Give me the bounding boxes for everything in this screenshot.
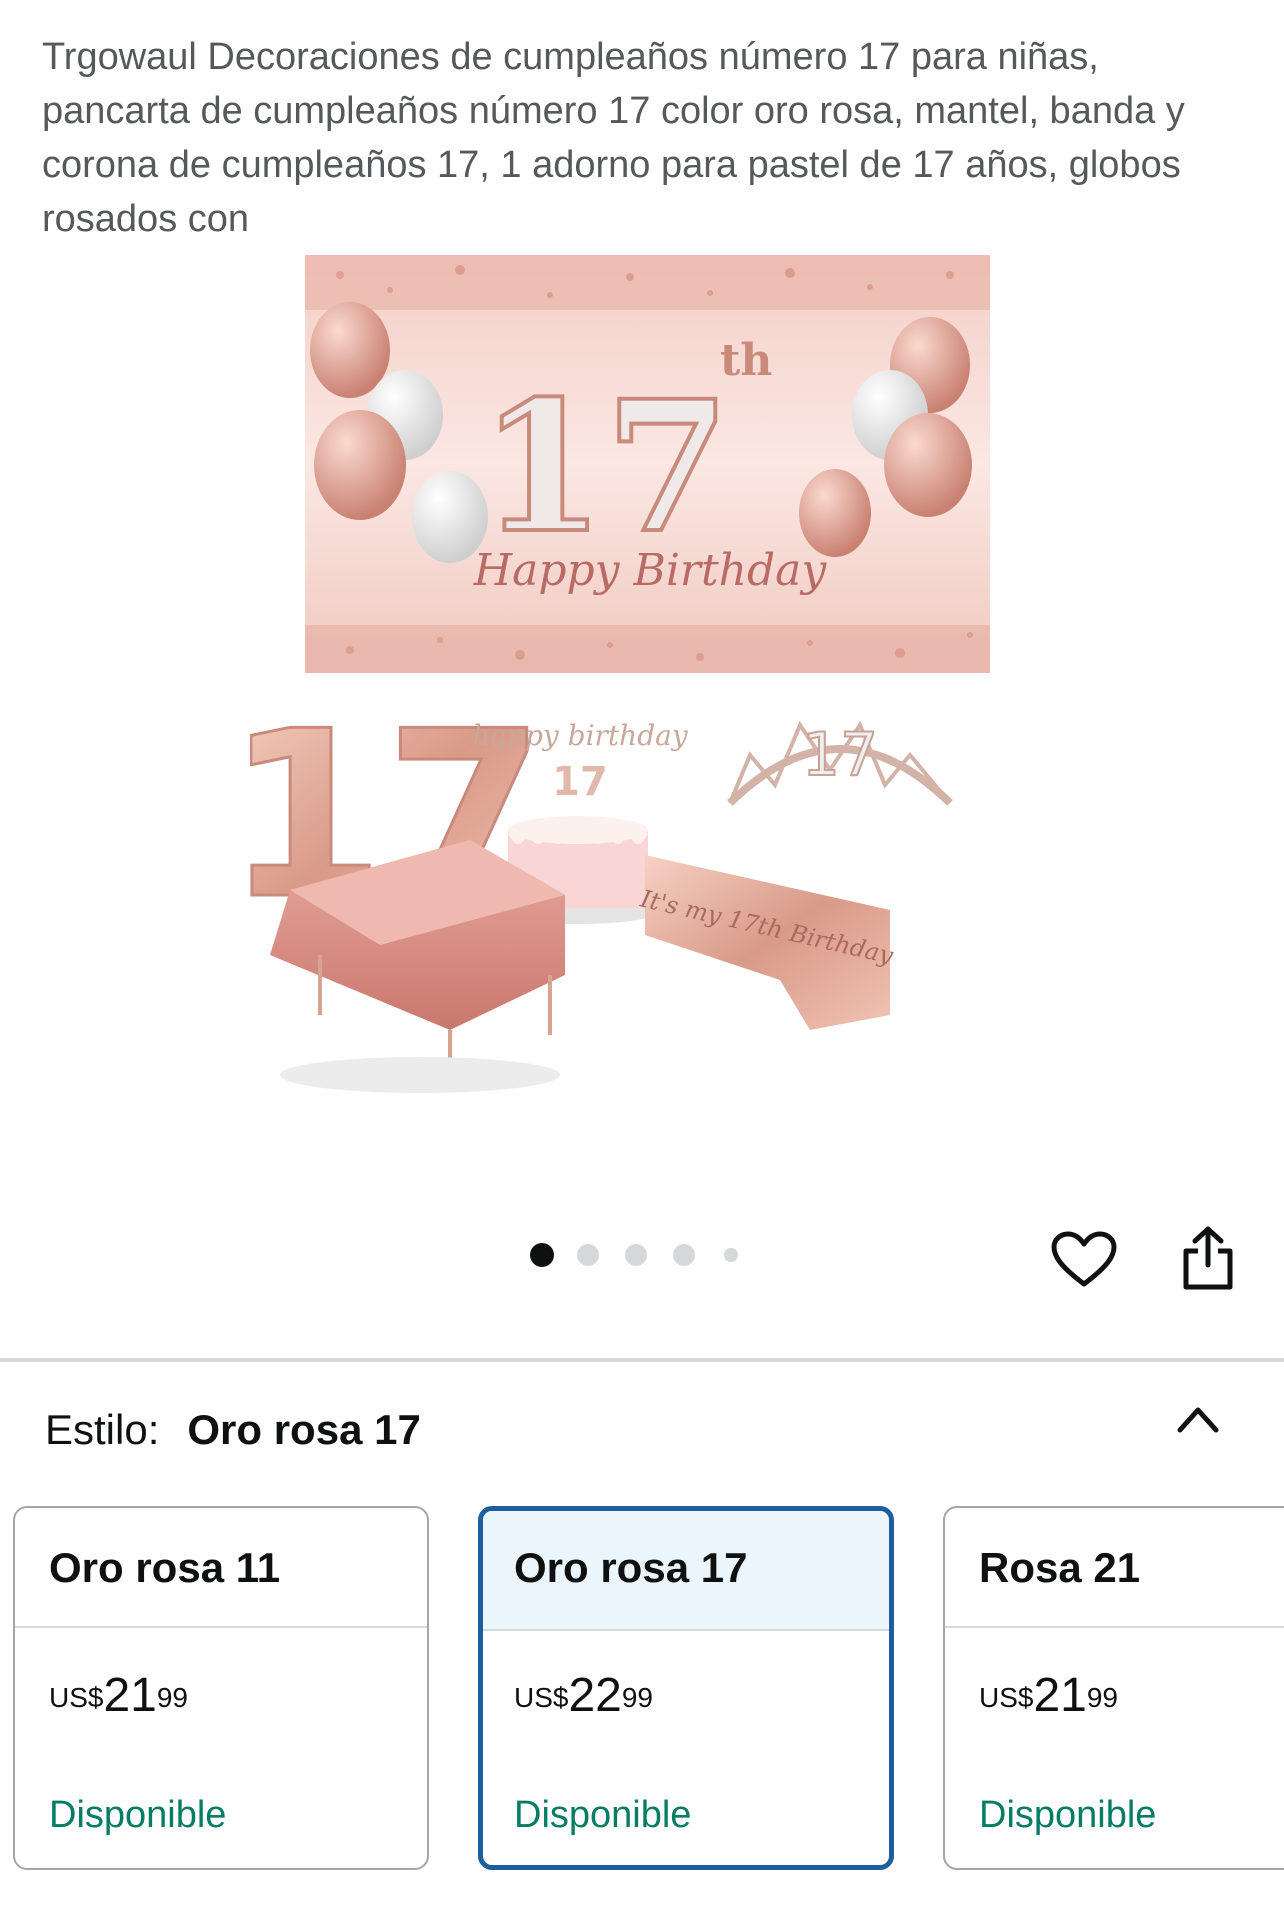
price-currency: US$	[49, 1682, 104, 1713]
price-cents: 99	[621, 1682, 654, 1713]
tiara-number: 17	[802, 720, 878, 790]
banner-number: 17	[480, 362, 731, 573]
style-selector-header[interactable]: Estilo: Oro rosa 17	[45, 1400, 421, 1460]
carousel-dot[interactable]	[625, 1244, 647, 1266]
style-label: Estilo:	[45, 1406, 160, 1453]
price-cents: 99	[156, 1682, 189, 1713]
tiara: 17	[727, 719, 953, 806]
banner-text: Happy Birthday	[473, 545, 828, 596]
cake-topper-text: happy birthday	[472, 719, 688, 752]
carousel-dot[interactable]	[577, 1244, 599, 1266]
sash: It's my 17th Birthday	[637, 855, 896, 1030]
carousel-dot[interactable]	[673, 1244, 695, 1266]
price-currency: US$	[979, 1682, 1034, 1713]
balloon	[884, 413, 972, 517]
carousel-dot-active[interactable]	[530, 1243, 554, 1267]
price-whole: 21	[1033, 1669, 1087, 1722]
style-selected-value: Oro rosa 17	[187, 1406, 421, 1453]
section-divider	[0, 1358, 1284, 1362]
price-cents: 99	[1086, 1682, 1119, 1713]
product-title: Trgowaul Decoraciones de cumpleaños núme…	[42, 36, 1185, 240]
price-currency: US$	[514, 1682, 569, 1713]
option-availability: Disponible	[979, 1794, 1157, 1836]
chevron-up-icon[interactable]	[1174, 1400, 1222, 1436]
style-option-card[interactable]: Oro rosa 11 US$2199 Disponible	[13, 1506, 429, 1870]
option-price: US$2299	[514, 1668, 653, 1724]
carousel-dot[interactable]	[724, 1248, 738, 1262]
share-icon[interactable]	[1180, 1225, 1236, 1291]
style-option-card-selected[interactable]: Oro rosa 17 US$2299 Disponible	[478, 1506, 894, 1870]
balloon	[314, 410, 406, 520]
cake-topper-number: 17	[552, 759, 608, 805]
price-whole: 22	[568, 1669, 622, 1722]
option-availability: Disponible	[514, 1794, 692, 1836]
style-option-card[interactable]: Rosa 21 US$2199 Disponible	[943, 1506, 1284, 1870]
heart-icon[interactable]	[1050, 1230, 1118, 1290]
product-image[interactable]: 17 th Happy Birthday 17 happy birthday 1…	[250, 255, 1030, 1135]
option-name: Oro rosa 11	[15, 1508, 427, 1628]
price-whole: 21	[103, 1669, 157, 1722]
option-availability: Disponible	[49, 1794, 227, 1836]
banner-suffix: th	[720, 335, 772, 386]
balloon	[799, 469, 871, 557]
option-name: Oro rosa 17	[483, 1511, 889, 1631]
option-name: Rosa 21	[945, 1508, 1284, 1628]
option-price: US$2199	[49, 1668, 188, 1724]
carousel-indicator[interactable]	[530, 1240, 760, 1270]
banner: 17 th Happy Birthday	[305, 255, 990, 673]
option-price: US$2199	[979, 1668, 1118, 1724]
